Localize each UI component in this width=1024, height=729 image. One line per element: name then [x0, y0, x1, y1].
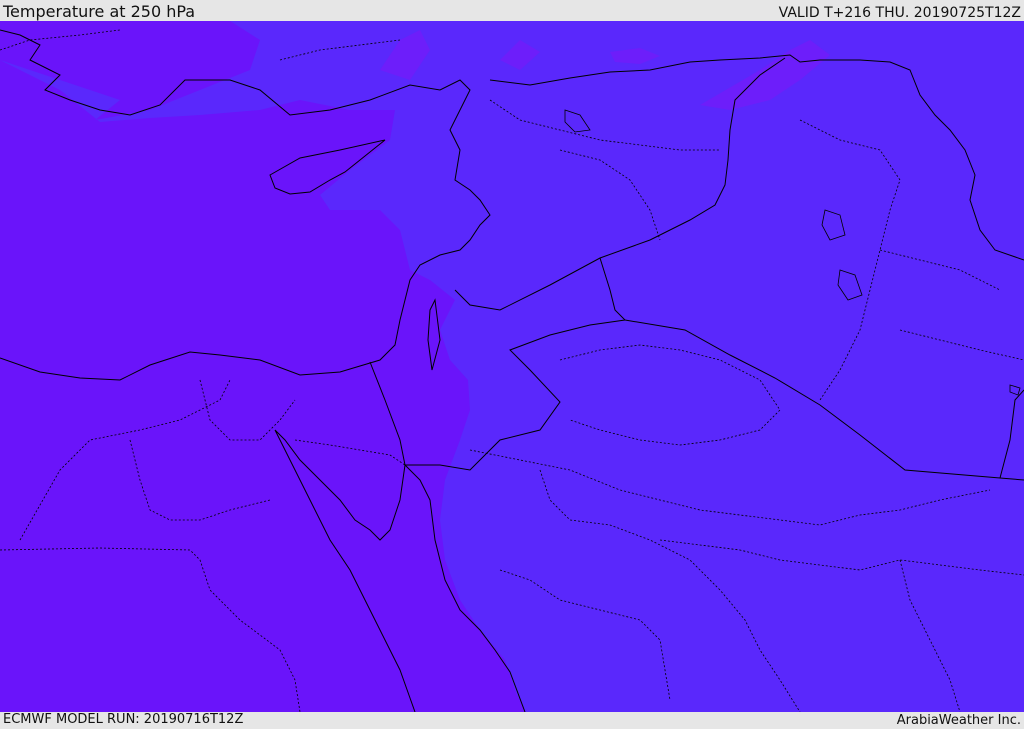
valid-time: VALID T+216 THU. 20190725T12Z [778, 5, 1021, 21]
model-run-label: ECMWF MODEL RUN: 20190716T12Z [3, 712, 244, 727]
map-svg[interactable] [0, 21, 1024, 712]
bottom-bar: ECMWF MODEL RUN: 20190716T12Z ArabiaWeat… [0, 712, 1024, 729]
map-title: Temperature at 250 hPa [3, 2, 196, 21]
credit-label: ArabiaWeather Inc. [896, 713, 1021, 728]
top-bar: Temperature at 250 hPa VALID T+216 THU. … [0, 0, 1024, 21]
map-panel[interactable] [0, 21, 1024, 712]
